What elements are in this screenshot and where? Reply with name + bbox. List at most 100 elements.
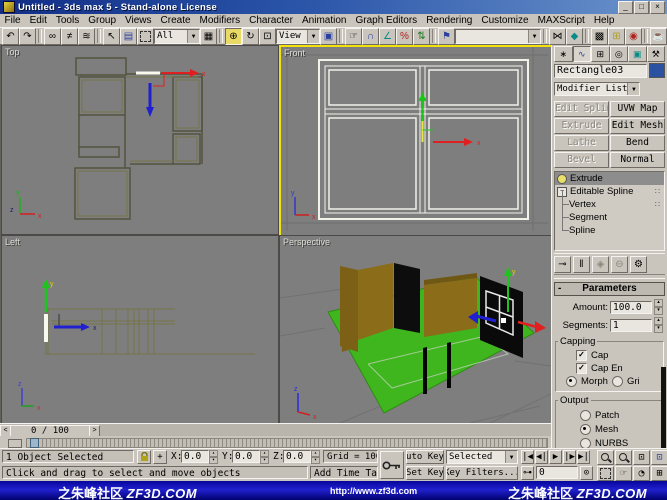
zoom-extents-icon[interactable]: ⊡ [633,450,650,465]
menu-edit[interactable]: Edit [25,15,51,27]
viewport-left-canvas[interactable]: y x z x [2,236,278,423]
unlink-selection-icon[interactable]: ≠ [61,28,78,45]
viewport-left[interactable]: Left y x z [1,235,279,424]
spin-up-icon[interactable]: ▴ [311,450,320,457]
patch-option[interactable]: Patch [580,410,661,421]
mesh-radio[interactable] [580,424,591,435]
object-color-swatch[interactable] [649,63,665,78]
stack-item-vertex[interactable]: Vertex ∷ [555,198,664,211]
edit-mesh-button[interactable]: Edit Mesh [610,118,665,134]
spin-down-icon[interactable]: ▾ [209,457,218,464]
spin-up-icon[interactable]: ▴ [209,450,218,457]
snap-toggle-3d-icon[interactable]: ∩ [362,28,379,45]
amount-field[interactable]: 100.0 [610,301,652,314]
viewport-top[interactable]: Top [1,45,279,235]
track-view-icon[interactable]: ▩ [591,28,608,45]
go-to-start-icon[interactable]: |◀ [521,450,534,464]
stack-item-editable-spline[interactable]: − Editable Spline ∷ [555,185,664,198]
bend-button[interactable]: Bend [610,135,665,151]
y-spinner[interactable]: ▴▾ [260,450,269,463]
zoom-icon[interactable] [597,450,614,465]
spin-down-icon[interactable]: ▾ [260,457,269,464]
select-and-move-icon[interactable]: ⊕ [225,28,242,45]
lightbulb-icon[interactable] [557,174,567,184]
auto-key-button[interactable]: uto Key [406,450,444,464]
bevel-button[interactable]: Bevel [554,152,609,168]
track-bar[interactable] [0,436,551,448]
current-frame-field[interactable]: 0 [536,466,578,479]
menu-create[interactable]: Create [156,15,195,27]
make-unique-icon[interactable]: ◈ [592,256,609,273]
uvw-map-button[interactable]: UVW Map [610,101,665,117]
viewport-perspective[interactable]: Perspective [279,235,552,424]
key-mode-toggle-icon[interactable]: ⊶ [521,466,534,480]
menu-tools[interactable]: Tools [51,15,83,27]
stack-item-spline[interactable]: Spline [555,224,664,237]
render-scene-icon[interactable]: ☕ [650,28,667,45]
viewport-perspective-canvas[interactable]: y z x [280,236,551,423]
zoom-extents-all-icon[interactable]: ⊡ [651,450,667,465]
close-button[interactable]: × [650,1,665,14]
create-tab-icon[interactable]: ∗ [554,46,573,62]
hierarchy-tab-icon[interactable]: ⊞ [591,46,610,62]
restore-button[interactable]: □ [634,1,649,14]
selection-filter-dropdown[interactable]: All▼ [154,29,200,44]
spin-up-icon[interactable]: ▴ [260,450,269,457]
time-configuration-icon[interactable]: ⊙ [580,466,593,480]
x-coordinate-field[interactable]: 0.0 [181,450,209,463]
min-max-toggle-icon[interactable]: ⊞ [651,466,667,481]
play-icon[interactable]: ▶ [549,450,562,464]
spinner-snap-icon[interactable]: ⇅ [413,28,430,45]
morph-radio[interactable] [566,376,577,387]
menu-character[interactable]: Character [245,15,298,27]
patch-radio[interactable] [580,410,591,421]
stack-item-extrude[interactable]: Extrude [555,172,664,185]
select-and-rotate-icon[interactable]: ↻ [242,28,259,45]
named-selection-sets-icon[interactable]: ⚑ [438,28,455,45]
lathe-button[interactable]: Lathe [554,135,609,151]
select-object-icon[interactable]: ↖ [103,28,120,45]
rectangular-selection-region-icon[interactable] [137,28,154,45]
y-coordinate-field[interactable]: 0.0 [232,450,260,463]
key-selection-dropdown[interactable]: Selected ▼ [446,450,518,464]
set-key-button[interactable]: Set Key [406,466,444,480]
zoom-all-icon[interactable] [615,450,632,465]
reference-coordinate-dropdown[interactable]: View▼ [276,29,320,44]
window-crossing-icon[interactable]: ▦ [200,28,217,45]
z-spinner[interactable]: ▴▾ [311,450,320,463]
time-slider[interactable]: < 0 / 100 > [0,423,551,436]
named-selection-dropdown[interactable]: ▼ [455,29,541,44]
use-pivot-center-icon[interactable]: ▣ [320,28,337,45]
menu-help[interactable]: Help [589,15,619,27]
viewport-front-canvas[interactable]: x y x [281,47,548,231]
checkbox-checked-icon[interactable]: ✓ [576,350,587,361]
modifier-list-dropdown[interactable]: Modifier List ▼ [554,82,640,96]
object-name-field[interactable]: Rectangle03 [554,64,647,78]
menu-animation[interactable]: Animation [298,15,351,27]
percent-snap-icon[interactable]: % [396,28,413,45]
parameters-rollout-header[interactable]: - Parameters [554,282,665,296]
spin-down-icon[interactable]: ▾ [654,307,663,315]
angle-snap-icon[interactable]: ∠ [379,28,396,45]
select-and-link-icon[interactable]: ∞ [44,28,61,45]
extrude-button[interactable]: Extrude [554,118,609,134]
go-to-end-icon[interactable]: ▶| [577,450,590,464]
show-end-result-icon[interactable]: ‖ [573,256,590,273]
remove-modifier-icon[interactable]: ⊖ [611,256,628,273]
selection-lock-icon[interactable] [137,450,151,464]
cap-end-option[interactable]: ✓ Cap En [576,363,661,374]
spin-up-icon[interactable]: ▴ [654,317,663,325]
normal-button[interactable]: Normal [610,152,665,168]
next-frame-icon[interactable]: |▶ [563,450,576,464]
viewport-top-canvas[interactable]: x y x z [2,46,278,234]
utilities-tab-icon[interactable]: ⚒ [647,46,666,62]
checkbox-checked-icon[interactable]: ✓ [576,363,587,374]
segments-field[interactable]: 1 [610,319,652,332]
minimize-button[interactable]: _ [618,1,633,14]
set-key-mode-icon[interactable] [380,451,404,479]
amount-spinner[interactable]: ▴▾ [654,299,663,315]
cap-start-option[interactable]: ✓ Cap [576,350,661,361]
spin-down-icon[interactable]: ▾ [311,457,320,464]
x-spinner[interactable]: ▴▾ [209,450,218,463]
arc-rotate-icon[interactable]: ◔ [633,466,650,481]
